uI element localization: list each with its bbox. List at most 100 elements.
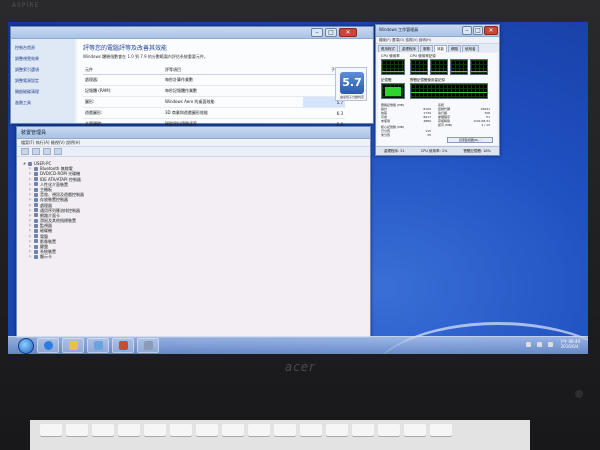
device-icon [34,249,38,254]
computer-icon [28,161,32,166]
cpu-history-graph [450,59,468,75]
device-icon [34,218,38,223]
volume-icon[interactable] [537,341,543,347]
key [144,424,166,436]
taskbar-device-manager-button[interactable] [137,338,159,353]
forward-button[interactable] [32,148,40,155]
key [326,424,348,436]
performance-window-titlebar[interactable]: – □ ✕ [11,27,373,39]
start-button[interactable] [18,337,34,354]
device-icon [34,192,38,197]
tab-services[interactable]: 服務 [420,45,433,52]
component-cell: 記憶體 (RAM): [83,85,163,97]
task-manager-titlebar[interactable]: Windows 工作管理員 – □ ✕ [376,25,499,37]
maximize-button[interactable]: □ [325,28,337,37]
close-button[interactable]: ✕ [339,28,357,37]
key [222,424,244,436]
component-cell: 圖形: [83,96,163,108]
memory-history-graph [410,83,488,99]
device-icon [34,208,38,213]
menu-bar[interactable]: 檔案(F) 執行(A) 檢視(V) 說明(H) [17,139,370,147]
component-cell: 遊戲圖形: [83,107,163,119]
taskbar-ie-button[interactable] [37,338,59,353]
taskbar-control-panel-button[interactable] [87,338,109,353]
physical-memory-stats: 實體記憶體 (MB) 總計 8100 快取 1739 可用 6617 未使用 4889 … [381,103,431,137]
network-icon[interactable] [526,341,532,347]
base-score-caption: 由最低子分數判定 [339,95,364,99]
key [92,424,114,436]
desc-cell: 每秒計算作業數 [162,74,304,86]
base-score-box: 5.7 由最低子分數判定 [335,67,367,101]
device-manager-titlebar[interactable]: 裝置管理員 [17,127,370,139]
page-title: 評等您的電腦評等及改善其效能 [83,45,168,52]
sidebar-link[interactable]: 開啟磁碟清理 [15,89,71,95]
key [170,424,192,436]
device-icon [34,213,38,218]
sidebar-link[interactable]: 進階工具 [15,100,71,106]
sidebar-link[interactable]: 調整視覺效果 [15,56,71,62]
device-icon [34,171,38,176]
help-button[interactable] [54,148,62,155]
close-button[interactable]: ✕ [484,26,498,35]
system-stats: 系統 控制代碼 15641 執行緒 706 處理程序 51 存留時間 0:00:08:3… [438,103,490,127]
monitor-bezel: ASPIRE – □ ✕ 控制台首頁 調整視覺效果 調整索引選項 調整電源設定 … [0,0,600,450]
key [118,424,140,436]
tab-applications[interactable]: 應用程式 [378,45,398,52]
base-score-badge: 5.7 [340,72,364,94]
device-icon [34,197,38,202]
tree-item[interactable]: ▷ 顯示卡 [29,254,364,259]
clock[interactable]: 下午 06:49 2016/6/4 [559,339,580,349]
tab-networking[interactable]: 網路 [448,45,461,52]
menu-bar[interactable]: 檔案(F) 選項(O) 檢視(V) 說明(H) [376,37,499,44]
performance-sidebar: 控制台首頁 調整視覺效果 調整索引選項 調整電源設定 開啟磁碟清理 進階工具 [11,39,75,123]
sidebar-link[interactable]: 調整索引選項 [15,67,71,73]
sidebar-link[interactable]: 調整電源設定 [15,78,71,84]
cpu-usage-gauge [381,59,405,75]
status-cpu: CPU 使用率: 1% [420,149,448,153]
desc-cell: 3D 商業和遊戲圖形效能 [162,107,304,119]
performance-tab-body: CPU 使用率 CPU 使用率記錄 記憶體 實體記憶體使用量記錄 實體記憶體 (… [378,53,497,145]
taskbar-explorer-button[interactable] [62,338,84,353]
minimize-button[interactable]: – [462,26,472,35]
sidebar-link[interactable]: 控制台首頁 [15,45,71,51]
cpu-history-graph [470,59,488,75]
key [352,424,374,436]
cpu-history-graph [430,59,448,75]
task-manager-window: Windows 工作管理員 – □ ✕ 檔案(F) 選項(O) 檢視(V) 說明… [375,24,500,156]
device-icon [34,182,38,187]
performance-content: 評等您的電腦評等及改善其效能 Windows 體驗指數會在 1.0 到 7.9 … [77,39,373,130]
tab-processes[interactable]: 處理程序 [399,45,419,52]
ie-icon [43,341,53,350]
table-row: 處理器: 每秒計算作業數 7.4 [83,74,345,86]
key [378,424,400,436]
device-icon [34,239,38,244]
device-icon [34,203,38,208]
table-row: 遊戲圖形: 3D 商業和遊戲圖形效能 6.3 [83,107,345,119]
tab-performance[interactable]: 效能 [434,45,447,52]
device-icon [34,187,38,192]
back-button[interactable] [21,148,29,155]
subscore-cell: 6.3 [303,107,345,119]
maximize-button[interactable]: □ [473,26,483,35]
taskbar-task-manager-button[interactable] [112,338,134,353]
table-row: 圖形: Windows Aero 的桌面效能 5.7 [83,96,345,108]
table-row: 記憶體 (RAM): 每秒記憶體作業數 7.7 [83,85,345,97]
taskbar: 下午 06:49 2016/6/4 [8,336,588,354]
properties-button[interactable] [43,148,51,155]
system-tray: 下午 06:49 2016/6/4 [526,339,580,349]
cpu-history-graph [410,59,428,75]
device-tree: ◢ USER-PC ▷ Bluetooth 無線電 ▷ DVD/CD-ROM 光碟機 … [17,157,370,264]
device-manager-window: 裝置管理員 檔案(F) 執行(A) 檢視(V) 說明(H) ◢ USER-PC ▷… [16,126,371,338]
device-icon [34,234,38,239]
desktop-screen: – □ ✕ 控制台首頁 調整視覺效果 調整索引選項 調整電源設定 開啟磁碟清理 … [8,22,588,354]
tab-users[interactable]: 使用者 [462,45,479,52]
device-icon [34,244,38,249]
tab-strip: 應用程式 處理程序 服務 效能 網路 使用者 [376,44,499,52]
resource-monitor-button[interactable]: 資源監視器(R)... [447,137,493,143]
minimize-button[interactable]: – [311,28,323,37]
status-memory: 實體記憶體: 18% [463,149,491,153]
device-icon [34,177,38,182]
flag-icon[interactable] [548,341,554,347]
power-indicator [575,390,583,398]
wei-score-table: 元件 評等項目 子分數 處理器: 每秒計算作業數 7.4 記憶體 (RAM): … [83,66,345,130]
